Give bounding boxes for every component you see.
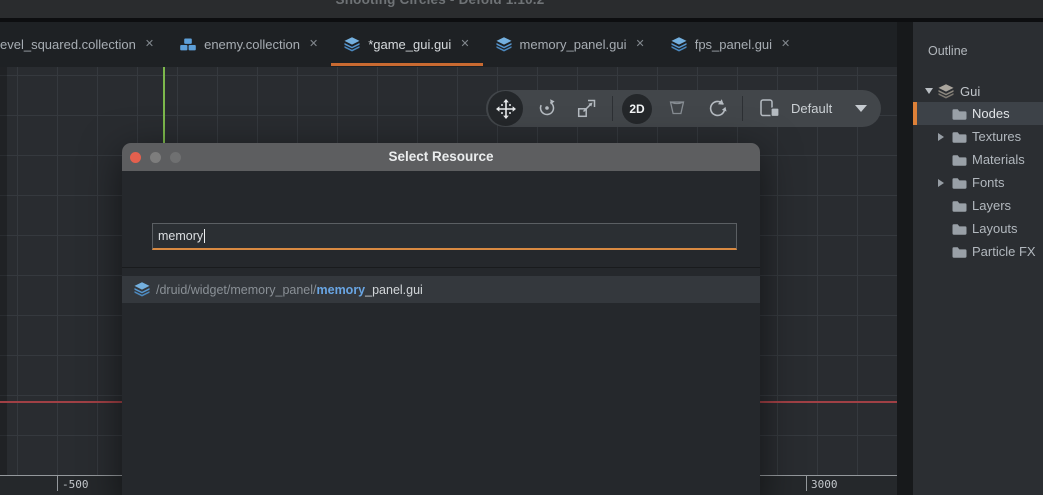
rotate-tool-button[interactable] bbox=[537, 98, 557, 123]
results-divider bbox=[122, 267, 760, 268]
gui-icon bbox=[938, 84, 954, 99]
tree-item-label: Gui bbox=[960, 84, 980, 99]
tab-fps-panel-gui[interactable]: fps_panel.gui ✕ bbox=[658, 22, 804, 67]
ruler-tick bbox=[806, 476, 807, 491]
folder-icon bbox=[952, 131, 967, 143]
folder-icon bbox=[952, 246, 967, 258]
rotate-icon bbox=[537, 98, 557, 118]
defold-editor-window: Shooting Circles - Defold 1.10.2 evel_sq… bbox=[0, 0, 1043, 495]
reload-button[interactable] bbox=[707, 98, 727, 123]
close-icon[interactable]: ✕ bbox=[635, 39, 644, 50]
move-tool-button[interactable] bbox=[488, 91, 523, 126]
tab-label: evel_squared.collection bbox=[0, 37, 136, 52]
folder-icon bbox=[952, 108, 967, 120]
outline-item-materials[interactable]: Materials bbox=[913, 148, 1043, 171]
dialog-body: memory /druid/widget/memory_panel/memory… bbox=[122, 171, 760, 495]
outline-item-textures[interactable]: Textures bbox=[913, 125, 1043, 148]
tab-label: *game_gui.gui bbox=[368, 37, 451, 52]
outline-item-gui[interactable]: Gui bbox=[913, 80, 1043, 102]
frustum-icon bbox=[667, 99, 687, 117]
tree-item-label: Layers bbox=[972, 198, 1011, 213]
tab-game-gui[interactable]: *game_gui.gui ✕ bbox=[331, 22, 482, 67]
tree-item-label: Materials bbox=[972, 152, 1025, 167]
folder-icon bbox=[952, 200, 967, 212]
chevron-down-icon[interactable] bbox=[855, 105, 867, 112]
tab-level-squared-collection[interactable]: evel_squared.collection ✕ bbox=[0, 22, 167, 67]
scene-toolbar: 2D Default bbox=[486, 90, 881, 127]
tab-memory-panel-gui[interactable]: memory_panel.gui ✕ bbox=[483, 22, 658, 67]
outline-panel: Outline Gui Nodes Textures bbox=[913, 22, 1043, 495]
outline-item-layouts[interactable]: Layouts bbox=[913, 217, 1043, 240]
text-cursor bbox=[204, 229, 205, 243]
outline-item-nodes[interactable]: Nodes bbox=[913, 102, 1043, 125]
folder-icon bbox=[952, 223, 967, 235]
result-match-text: memory bbox=[317, 283, 366, 297]
folder-icon bbox=[952, 154, 967, 166]
gui-icon bbox=[496, 37, 512, 52]
window-titlebar: Shooting Circles - Defold 1.10.2 bbox=[0, 0, 1043, 18]
canvas-edge-shade bbox=[0, 67, 7, 475]
tab-label: enemy.collection bbox=[204, 37, 300, 52]
2d-mode-button[interactable]: 2D bbox=[622, 94, 652, 124]
toolbar-separator bbox=[612, 96, 613, 121]
close-icon[interactable]: ✕ bbox=[309, 39, 318, 50]
chevron-right-icon[interactable] bbox=[938, 133, 944, 141]
chevron-right-icon[interactable] bbox=[938, 179, 944, 187]
close-icon[interactable]: ✕ bbox=[145, 39, 154, 50]
gui-icon bbox=[134, 282, 150, 297]
dialog-title: Select Resource bbox=[122, 143, 760, 171]
frustum-culling-button[interactable] bbox=[667, 99, 687, 122]
editor-tabbar: evel_squared.collection ✕ enemy.collecti… bbox=[0, 22, 897, 67]
outline-item-layers[interactable]: Layers bbox=[913, 194, 1043, 217]
window-title: Shooting Circles - Defold 1.10.2 bbox=[0, 0, 880, 7]
select-resource-dialog: Select Resource memory /druid/widget/mem… bbox=[122, 143, 760, 495]
close-icon[interactable]: ✕ bbox=[460, 39, 469, 50]
search-input-value: memory bbox=[158, 229, 203, 243]
search-input[interactable]: memory bbox=[152, 223, 737, 250]
gui-icon bbox=[671, 37, 687, 52]
tree-item-label: Particle FX bbox=[972, 244, 1036, 259]
result-path-prefix: /druid/widget/memory_panel/ bbox=[156, 283, 317, 297]
toolbar-separator bbox=[742, 96, 743, 121]
collection-icon bbox=[180, 38, 196, 51]
outline-panel-title: Outline bbox=[928, 44, 968, 58]
device-icon bbox=[760, 99, 781, 118]
gui-icon bbox=[344, 37, 360, 52]
tree-item-label: Layouts bbox=[972, 221, 1018, 236]
tab-enemy-collection[interactable]: enemy.collection ✕ bbox=[167, 22, 331, 67]
ruler-label: -500 bbox=[62, 478, 89, 491]
close-icon[interactable]: ✕ bbox=[781, 39, 790, 50]
ruler-tick bbox=[57, 476, 58, 491]
outline-item-fonts[interactable]: Fonts bbox=[913, 171, 1043, 194]
layout-device-button[interactable] bbox=[760, 99, 781, 123]
layout-select-label[interactable]: Default bbox=[791, 90, 832, 127]
scale-icon bbox=[577, 99, 596, 118]
tree-item-label: Nodes bbox=[972, 106, 1010, 121]
tab-label: fps_panel.gui bbox=[695, 37, 772, 52]
result-row-memory-panel-gui[interactable]: /druid/widget/memory_panel/memory_panel.… bbox=[122, 276, 760, 303]
tree-item-label: Fonts bbox=[972, 175, 1005, 190]
chevron-down-icon[interactable] bbox=[925, 88, 933, 94]
tree-item-label: Textures bbox=[972, 129, 1021, 144]
reload-icon bbox=[707, 98, 727, 118]
tab-label: memory_panel.gui bbox=[520, 37, 627, 52]
result-path-suffix: _panel.gui bbox=[365, 283, 423, 297]
scale-tool-button[interactable] bbox=[577, 99, 596, 123]
dialog-titlebar[interactable]: Select Resource bbox=[122, 143, 760, 171]
move-icon bbox=[496, 99, 516, 119]
folder-icon bbox=[952, 177, 967, 189]
ruler-label: 3000 bbox=[811, 478, 838, 491]
outline-item-particle-fx[interactable]: Particle FX bbox=[913, 240, 1043, 263]
outline-tree: Gui Nodes Textures Materials bbox=[913, 80, 1043, 263]
